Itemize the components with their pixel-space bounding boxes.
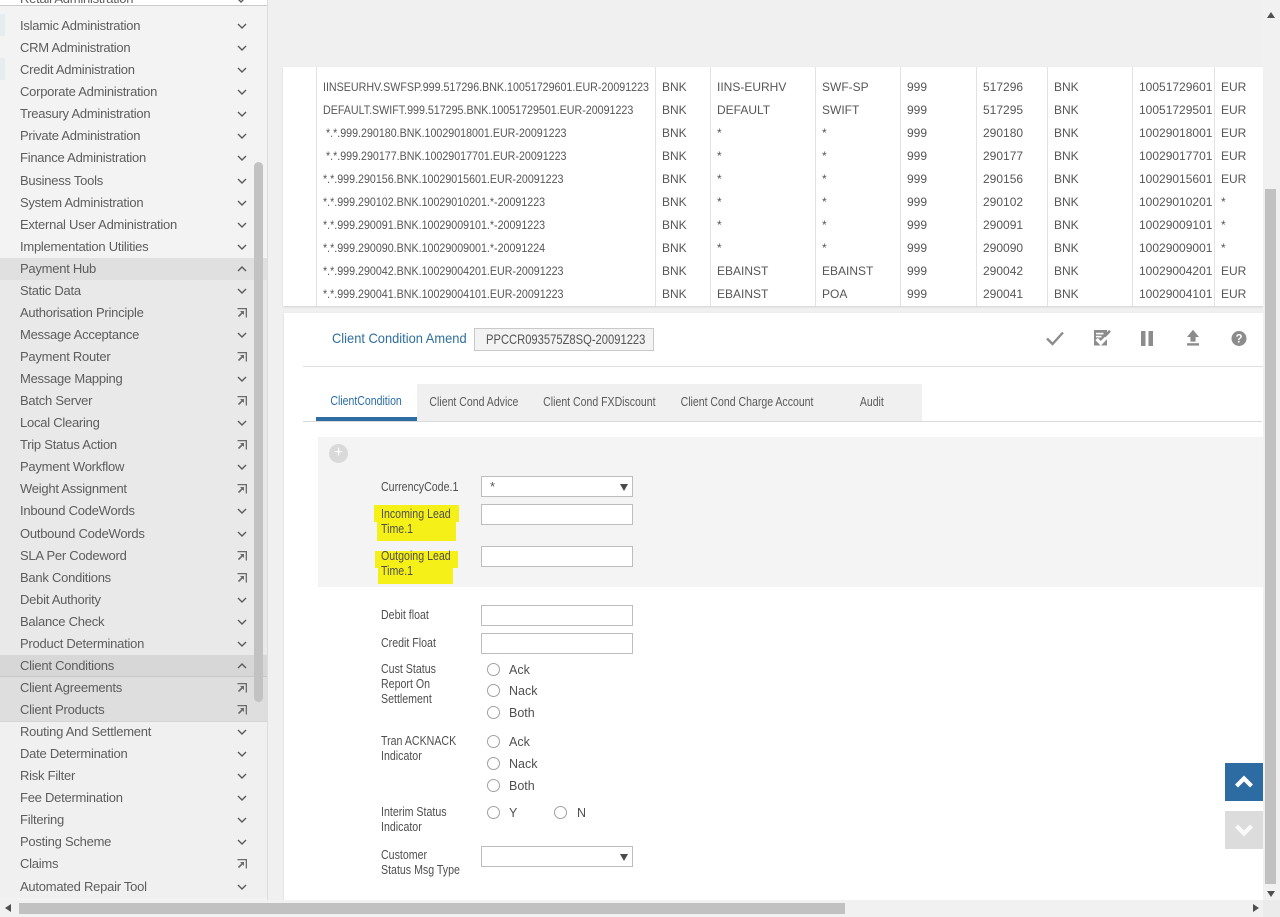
svg-text:?: ?	[1235, 334, 1242, 346]
